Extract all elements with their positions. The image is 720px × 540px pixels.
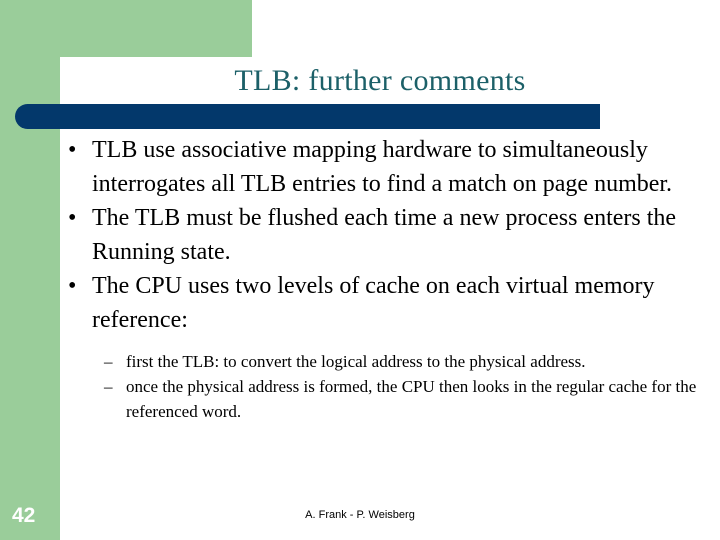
navy-title-rule-decoration — [15, 104, 600, 129]
footer-credit: A. Frank - P. Weisberg — [305, 509, 415, 521]
sub-bullet-text: once the physical address is formed, the… — [126, 377, 697, 421]
slide: TLB: further comments • TLB use associat… — [0, 0, 720, 540]
bullet-text: The CPU uses two levels of cache on each… — [92, 273, 655, 333]
green-left-strip-decoration — [0, 0, 60, 540]
slide-title: TLB: further comments — [234, 64, 526, 97]
bullet-marker-icon: • — [68, 273, 77, 299]
bullet-item: • TLB use associative mapping hardware t… — [62, 133, 698, 201]
bullet-list-level2: – first the TLB: to convert the logical … — [62, 349, 698, 424]
page-number: 42 — [12, 504, 36, 527]
dash-marker-icon: – — [104, 377, 113, 396]
dash-marker-icon: – — [104, 352, 113, 371]
slide-body: • TLB use associative mapping hardware t… — [62, 133, 698, 424]
green-top-block-decoration — [0, 0, 252, 57]
bullet-text: The TLB must be flushed each time a new … — [92, 205, 677, 265]
sub-bullet-item: – first the TLB: to convert the logical … — [104, 349, 698, 374]
sub-bullet-text: first the TLB: to convert the logical ad… — [126, 352, 586, 371]
bullet-text: TLB use associative mapping hardware to … — [92, 137, 673, 197]
bullet-marker-icon: • — [68, 205, 77, 231]
bullet-marker-icon: • — [68, 137, 77, 163]
sub-bullet-item: – once the physical address is formed, t… — [104, 374, 698, 424]
bullet-item: • The CPU uses two levels of cache on ea… — [62, 269, 698, 337]
bullet-list-level1: • TLB use associative mapping hardware t… — [62, 133, 698, 337]
bullet-item: • The TLB must be flushed each time a ne… — [62, 201, 698, 269]
